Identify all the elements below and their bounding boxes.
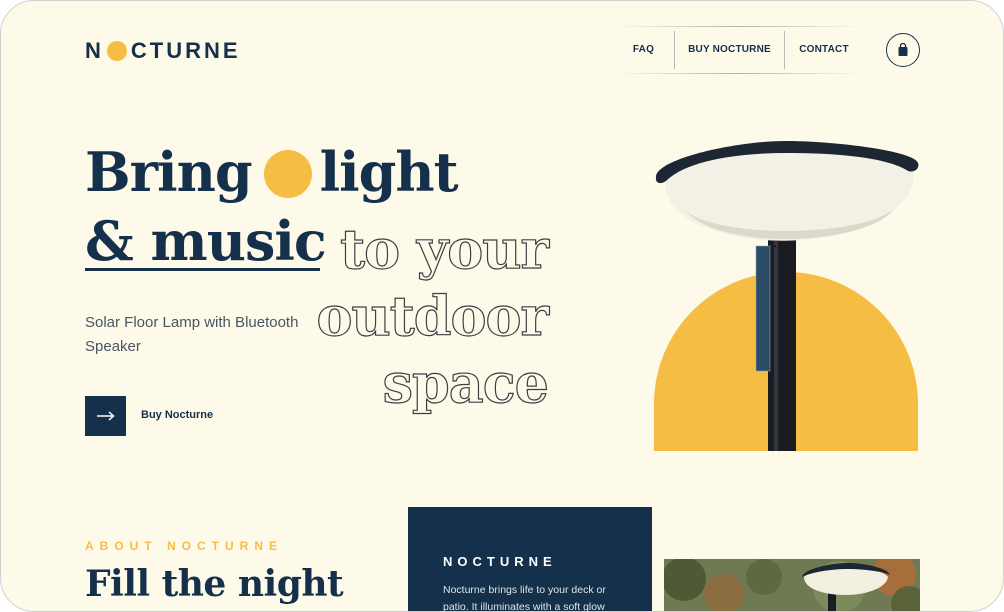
lamp-pole [768, 234, 796, 451]
logo-text: CTURNE [130, 38, 241, 63]
arrow-right-icon [96, 411, 115, 421]
main-nav: FAQ BUY NOCTURNE CONTACT [613, 26, 863, 74]
lamp-hero-image [654, 141, 919, 451]
shopping-bag-icon [898, 43, 908, 56]
nav-link-faq[interactable]: FAQ [613, 26, 674, 74]
lamp-shade [665, 151, 914, 241]
hero-outline-line: outdoor [316, 283, 550, 348]
nav-rule-top [613, 26, 863, 27]
hero-subtitle: Solar Floor Lamp with Bluetooth Speaker [85, 314, 299, 355]
about-title: Fill the night [85, 563, 344, 605]
buy-nocturne-button[interactable] [85, 396, 126, 436]
about-card-body: Nocturne brings life to your deck or pat… [443, 584, 606, 612]
about-card-title: NOCTURNE [443, 554, 557, 569]
page-frame: N CTURNE FAQ BUY NOCTURNE CONTACT Bring … [0, 0, 1004, 612]
hero-outline-line: space [382, 350, 550, 415]
nav-link-buy-nocturne[interactable]: BUY NOCTURNE [675, 26, 784, 74]
about-card: NOCTURNE Nocturne brings life to your de… [408, 507, 652, 612]
about-kicker: ABOUT NOCTURNE [85, 539, 283, 553]
nav-rule-bottom [613, 73, 863, 74]
hero-sun-circle [263, 150, 312, 198]
hero-outline-line: to your [340, 216, 550, 281]
hero-headline-line2: & music [85, 209, 327, 273]
hero-headline-line1: Bring light [85, 137, 459, 207]
hero-word-bring: Bring [85, 140, 253, 204]
hero-word-light: light [319, 140, 459, 204]
lamp-lifestyle-photo [664, 559, 920, 611]
cart-button[interactable] [886, 33, 920, 67]
lamp-tag [755, 245, 771, 372]
hero-underline [85, 268, 320, 271]
logo-letter-n: N [85, 38, 104, 63]
nav-link-contact[interactable]: CONTACT [785, 26, 863, 74]
buy-nocturne-link[interactable]: Buy Nocturne [141, 409, 213, 421]
logo-sun-dot [106, 41, 127, 61]
logo[interactable]: N CTURNE [85, 38, 241, 64]
